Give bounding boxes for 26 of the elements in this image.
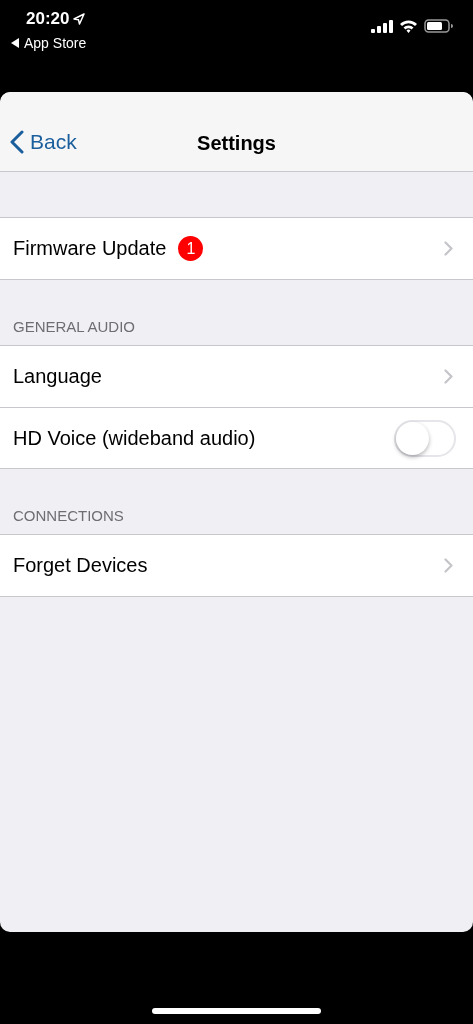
count-badge: 1 <box>178 236 204 261</box>
settings-row[interactable]: Forget Devices <box>0 535 473 596</box>
row-label: Firmware Update <box>13 237 167 260</box>
chevron-right-icon <box>444 558 453 573</box>
wifi-icon <box>399 19 418 33</box>
back-triangle-icon[interactable] <box>11 38 19 48</box>
screen-title: Settings <box>197 132 276 155</box>
chevron-left-icon <box>10 130 24 154</box>
toggle-switch[interactable] <box>394 419 456 457</box>
back-to-app-link[interactable]: App Store <box>24 35 87 51</box>
signal-icon <box>371 19 393 33</box>
row-label: HD Voice (wideband audio) <box>13 426 256 450</box>
chevron-right-icon <box>444 369 453 384</box>
settings-row[interactable]: Language <box>0 346 473 407</box>
settings-row[interactable]: Firmware Update 1 <box>0 218 473 279</box>
toggle-row[interactable]: HD Voice (wideband audio) <box>0 407 473 468</box>
back-button[interactable]: Back <box>10 130 77 154</box>
section-header: CONNECTIONS <box>13 507 124 524</box>
chevron-right-icon <box>444 241 453 256</box>
battery-icon <box>424 19 453 33</box>
row-label: Language <box>13 365 102 388</box>
location-arrow-icon <box>73 13 86 25</box>
home-indicator[interactable] <box>152 1008 321 1014</box>
row-label: Forget Devices <box>13 554 148 577</box>
section-header: GENERAL AUDIO <box>13 318 135 335</box>
clock-time: 20:20 <box>26 9 70 29</box>
